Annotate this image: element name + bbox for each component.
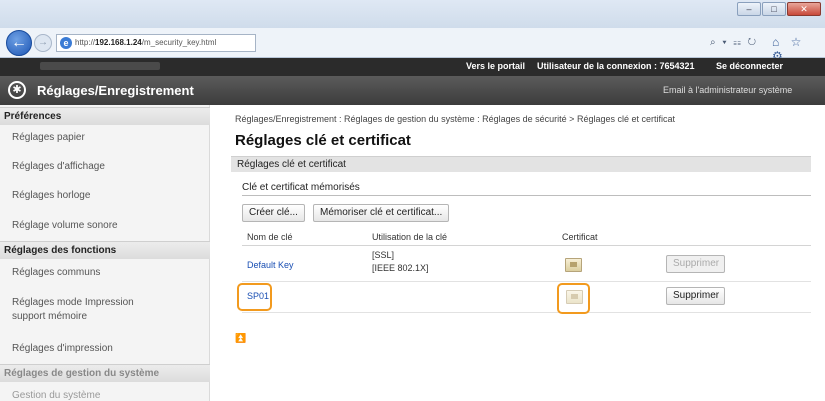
sidebar-item-volume[interactable]: Réglage volume sonore xyxy=(0,219,210,232)
settings-icon: ✱ xyxy=(8,81,26,99)
key-link-default[interactable]: Default Key xyxy=(247,260,294,270)
sidebar-item-clock[interactable]: Réglages horloge xyxy=(0,189,210,202)
highlight-key-name xyxy=(237,283,272,311)
browser-titlebar: – □ ✕ xyxy=(0,0,825,28)
maximize-icon[interactable]: □ xyxy=(762,2,786,16)
logout-link[interactable]: Se déconnecter xyxy=(716,61,783,71)
subsection-title: Clé et certificat mémorisés xyxy=(242,182,360,193)
login-user: Utilisateur de la connexion : 7654321 xyxy=(537,61,695,71)
forward-arrow-icon[interactable]: → xyxy=(34,34,52,52)
device-name-blurred xyxy=(40,62,160,70)
delete-button-default[interactable]: Supprimer xyxy=(666,255,725,273)
url-path: /m_security_key.html xyxy=(141,38,217,47)
sidebar-group-functions: Réglages des fonctions xyxy=(0,241,210,259)
column-key-name: Nom de clé xyxy=(247,232,293,242)
delete-button-sp01[interactable]: Supprimer xyxy=(666,287,725,305)
table-row-divider xyxy=(242,312,811,313)
sidebar-item-memory-print-1[interactable]: Réglages mode Impression xyxy=(0,296,210,309)
table-header-divider xyxy=(242,245,811,246)
url-tools[interactable]: ⌕ ▾ ☷ ↻ xyxy=(710,37,758,48)
admin-mail-link[interactable]: Email à l'administrateur système xyxy=(663,85,792,95)
sidebar-group-preferences: Préférences xyxy=(0,107,210,125)
sidebar-item-display[interactable]: Réglages d'affichage xyxy=(0,160,210,173)
sidebar-item-memory-print-2[interactable]: support mémoire xyxy=(0,310,210,323)
subsection-divider xyxy=(242,195,811,196)
browser-logo-icon: e xyxy=(60,37,72,49)
column-certificate: Certificat xyxy=(562,232,598,242)
sidebar-item-print[interactable]: Réglages d'impression xyxy=(0,342,210,355)
column-key-usage: Utilisation de la clé xyxy=(372,232,448,242)
page-title: Réglages clé et certificat xyxy=(235,132,411,149)
section-bar: Réglages clé et certificat xyxy=(231,156,811,172)
sidebar-item-system-management[interactable]: Gestion du système xyxy=(0,389,210,401)
window-controls: – □ ✕ xyxy=(737,2,821,16)
section-header: ✱ Réglages/Enregistrement Email à l'admi… xyxy=(0,76,825,105)
url-bar[interactable]: e http://192.168.1.24/m_security_key.htm… xyxy=(56,34,256,52)
save-key-certificate-button[interactable]: Mémoriser clé et certificat... xyxy=(313,204,450,222)
certificate-icon[interactable] xyxy=(565,258,582,272)
back-arrow-icon[interactable]: ← xyxy=(6,30,32,56)
top-bar: Vers le portail Utilisateur de la connex… xyxy=(0,58,825,76)
sidebar-item-common[interactable]: Réglages communs xyxy=(0,266,210,279)
breadcrumb: Réglages/Enregistrement : Réglages de ge… xyxy=(235,114,675,124)
minimize-icon[interactable]: – xyxy=(737,2,761,16)
highlight-certificate xyxy=(557,283,590,314)
browser-address-row: ← → e http://192.168.1.24/m_security_key… xyxy=(0,28,825,63)
key-usage-ieee: [IEEE 802.1X] xyxy=(372,263,429,273)
key-usage-ssl: [SSL] xyxy=(372,250,395,260)
sidebar: Préférences Réglages papier Réglages d'a… xyxy=(0,105,210,401)
header-title: Réglages/Enregistrement xyxy=(37,83,194,98)
back-to-top-icon[interactable]: ⏫ xyxy=(235,334,246,343)
portal-link[interactable]: Vers le portail xyxy=(466,61,525,71)
url-prefix: http:// xyxy=(75,38,96,47)
create-key-button[interactable]: Créer clé... xyxy=(242,204,305,222)
url-host: 192.168.1.24 xyxy=(95,38,142,47)
sidebar-item-paper[interactable]: Réglages papier xyxy=(0,131,210,144)
sidebar-group-system: Réglages de gestion du système xyxy=(0,364,210,382)
close-icon[interactable]: ✕ xyxy=(787,2,821,16)
table-row-divider xyxy=(242,281,811,282)
